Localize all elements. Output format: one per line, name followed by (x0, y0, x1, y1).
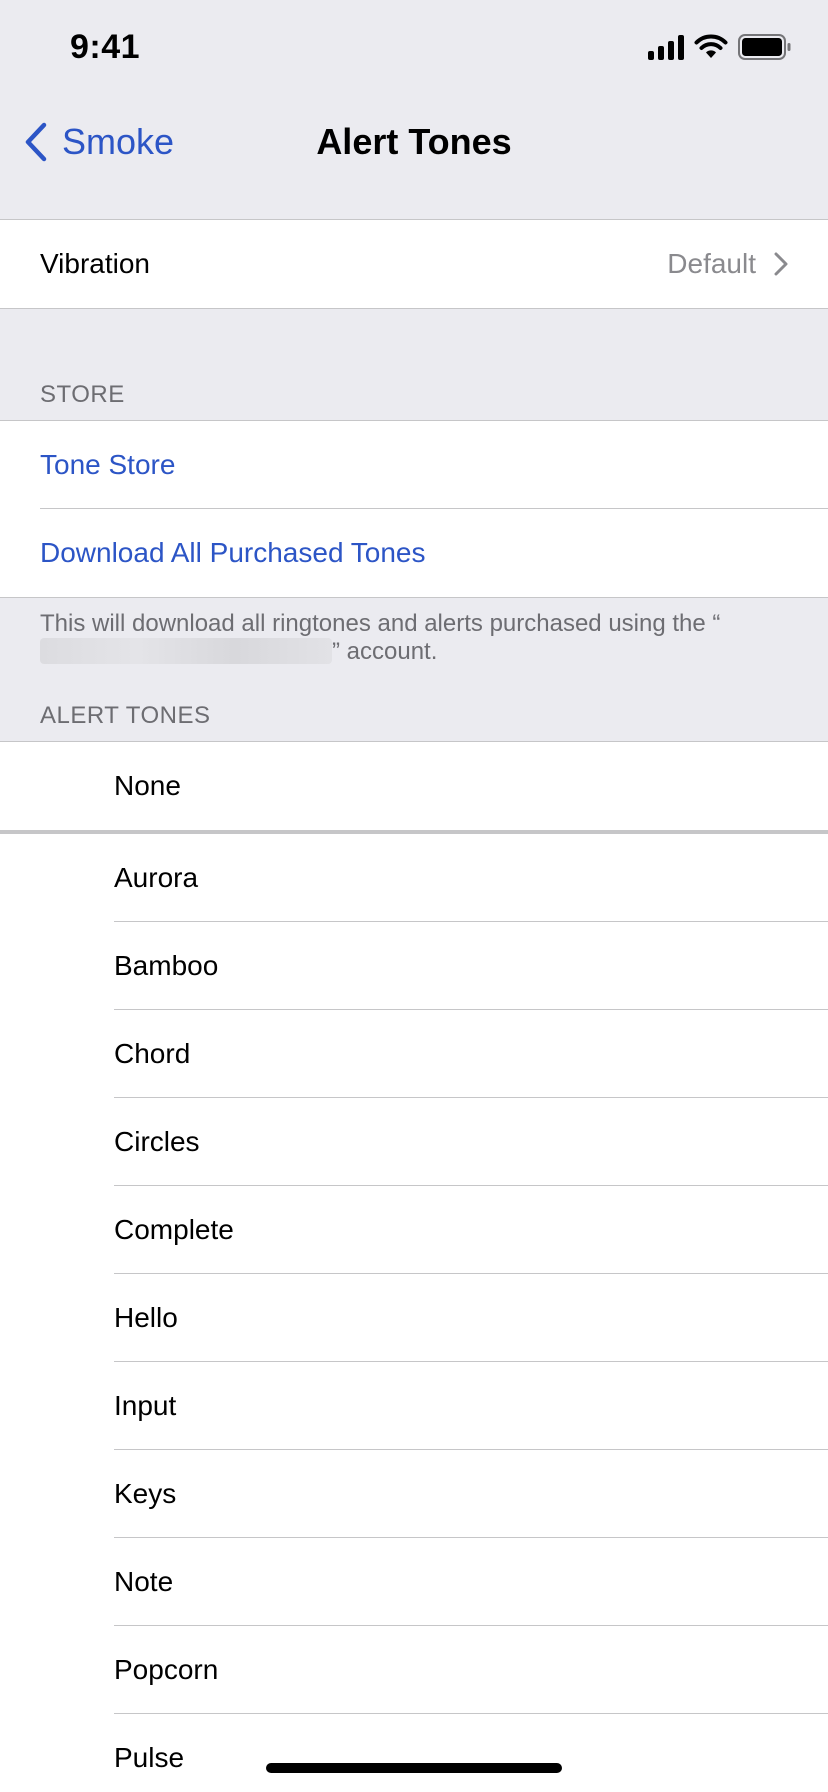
tone-row[interactable]: Note (0, 1538, 828, 1626)
tone-row[interactable]: Hello (0, 1274, 828, 1362)
tone-label: None (114, 770, 181, 801)
store-group: Tone Store Download All Purchased Tones (0, 420, 828, 598)
tone-label: Input (114, 1390, 177, 1421)
vibration-row[interactable]: Vibration Default (0, 220, 828, 308)
tone-label: Complete (114, 1214, 234, 1245)
tone-label: Popcorn (114, 1654, 219, 1685)
vibration-label: Vibration (40, 248, 151, 279)
page-title: Alert Tones (316, 121, 512, 162)
tone-row[interactable]: Circles (0, 1098, 828, 1186)
redacted-account (40, 638, 332, 664)
battery-icon (738, 34, 792, 60)
tone-label: Bamboo (114, 950, 219, 981)
wifi-icon (694, 34, 728, 60)
vibration-group: Vibration Default (0, 219, 828, 309)
tone-store-link[interactable]: Tone Store (0, 421, 828, 509)
tone-row[interactable]: Pulse (0, 1714, 828, 1792)
tone-row-none[interactable]: None (0, 742, 828, 830)
tone-label: Note (114, 1566, 174, 1597)
cellular-signal-icon (648, 34, 684, 60)
tone-label: Keys (114, 1478, 177, 1509)
chevron-right-icon (774, 252, 788, 276)
status-icons (648, 34, 792, 60)
navigation-bar: Smoke Alert Tones (0, 100, 828, 220)
store-section-header: STORE (40, 381, 125, 408)
tone-row[interactable]: Input (0, 1362, 828, 1450)
store-note-text: This will download all ringtones and ale… (40, 610, 721, 637)
alert-tones-section-header: ALERT TONES (40, 702, 211, 729)
download-all-label: Download All Purchased Tones (40, 537, 426, 568)
tone-label: Pulse (114, 1742, 185, 1773)
tone-row[interactable]: Complete (0, 1186, 828, 1274)
tone-label: Aurora (114, 862, 199, 893)
tone-label: Circles (114, 1126, 200, 1157)
status-bar: 9:41 (0, 0, 828, 100)
alert-tones-list: None Aurora Bamboo Chord Circles Complet… (0, 741, 828, 1792)
tone-row[interactable]: Popcorn (0, 1626, 828, 1714)
tone-label: Chord (114, 1038, 191, 1069)
home-indicator[interactable] (266, 1763, 562, 1773)
alert-tones-screen: 9:41 Smoke Alert Tones Vibration Default… (0, 0, 828, 1792)
vibration-value: Default (667, 248, 756, 279)
tone-row[interactable]: Chord (0, 1010, 828, 1098)
tone-label: Hello (114, 1302, 178, 1333)
status-time: 9:41 (70, 28, 141, 66)
tone-row[interactable]: Aurora (0, 834, 828, 922)
tone-row[interactable]: Keys (0, 1450, 828, 1538)
download-all-purchased-tones-link[interactable]: Download All Purchased Tones (0, 509, 828, 597)
tone-row[interactable]: Bamboo (0, 922, 828, 1010)
store-footer-note: This will download all ringtones and ale… (40, 610, 780, 666)
store-note-suffix: ” account. (332, 638, 438, 665)
tone-store-label: Tone Store (40, 449, 176, 480)
